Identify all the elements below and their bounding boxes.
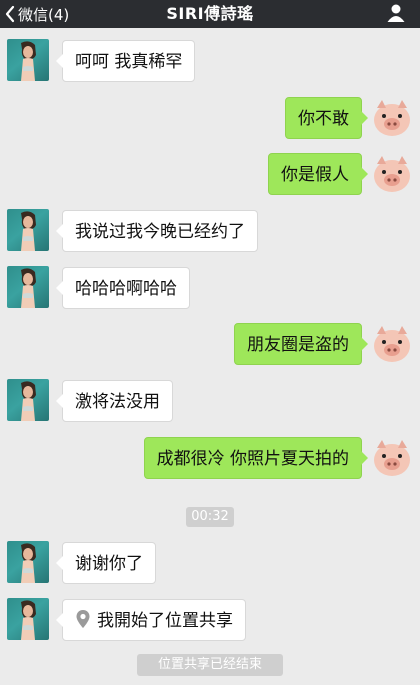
message-row-received: 呵呵 我真稀罕 — [0, 39, 420, 83]
pig-icon — [374, 440, 410, 476]
person-photo — [21, 211, 36, 251]
message-bubble[interactable]: 你是假人 — [268, 153, 368, 195]
chat-title: SIRI傅詩瑤 — [166, 4, 254, 23]
my-avatar[interactable] — [370, 96, 414, 140]
location-pin-icon — [76, 610, 90, 628]
pig-icon — [374, 156, 410, 192]
message-row-received: 我開始了位置共享 — [0, 598, 420, 642]
chat-header: 微信(4) SIRI傅詩瑤 — [0, 0, 420, 28]
message-bubble[interactable]: 哈哈哈啊哈哈 — [56, 267, 190, 309]
person-photo — [21, 268, 36, 308]
message-bubble[interactable]: 你不敢 — [285, 97, 368, 139]
location-share-text: 我開始了位置共享 — [97, 611, 233, 631]
contact-avatar[interactable] — [7, 209, 49, 251]
person-photo — [21, 600, 36, 640]
profile-button[interactable] — [386, 3, 406, 27]
message-bubble[interactable]: 我说过我今晚已经约了 — [56, 210, 258, 252]
message-row-sent: 你是假人 — [0, 152, 420, 196]
my-avatar[interactable] — [370, 436, 414, 480]
pig-icon — [374, 326, 410, 362]
person-photo — [21, 41, 36, 81]
contact-avatar[interactable] — [7, 598, 49, 640]
message-row-received: 激将法没用 — [0, 379, 420, 423]
pig-icon — [374, 100, 410, 136]
my-avatar[interactable] — [370, 322, 414, 366]
system-notice: 位置共享已经结束 — [137, 654, 283, 676]
contact-avatar[interactable] — [7, 541, 49, 583]
message-bubble[interactable]: 激将法没用 — [56, 380, 173, 422]
contact-avatar[interactable] — [7, 39, 49, 81]
message-row-received: 哈哈哈啊哈哈 — [0, 266, 420, 310]
contact-avatar[interactable] — [7, 266, 49, 308]
location-share-bubble[interactable]: 我開始了位置共享 — [56, 599, 246, 641]
message-bubble[interactable]: 朋友圈是盗的 — [234, 323, 368, 365]
my-avatar[interactable] — [370, 152, 414, 196]
message-row-sent: 成都很冷 你照片夏天拍的 — [0, 436, 420, 480]
message-bubble[interactable]: 谢谢你了 — [56, 542, 156, 584]
person-icon — [387, 4, 405, 22]
contact-avatar[interactable] — [7, 379, 49, 421]
message-bubble[interactable]: 成都很冷 你照片夏天拍的 — [143, 437, 369, 479]
message-row-received: 谢谢你了 — [0, 541, 420, 585]
message-bubble[interactable]: 呵呵 我真稀罕 — [55, 40, 196, 82]
timestamp-label: 00:32 — [186, 507, 234, 527]
message-row-sent: 朋友圈是盗的 — [0, 322, 420, 366]
person-photo — [21, 543, 36, 583]
person-photo — [21, 381, 36, 421]
message-row-sent: 你不敢 — [0, 96, 420, 140]
message-row-received: 我说过我今晚已经约了 — [0, 209, 420, 253]
